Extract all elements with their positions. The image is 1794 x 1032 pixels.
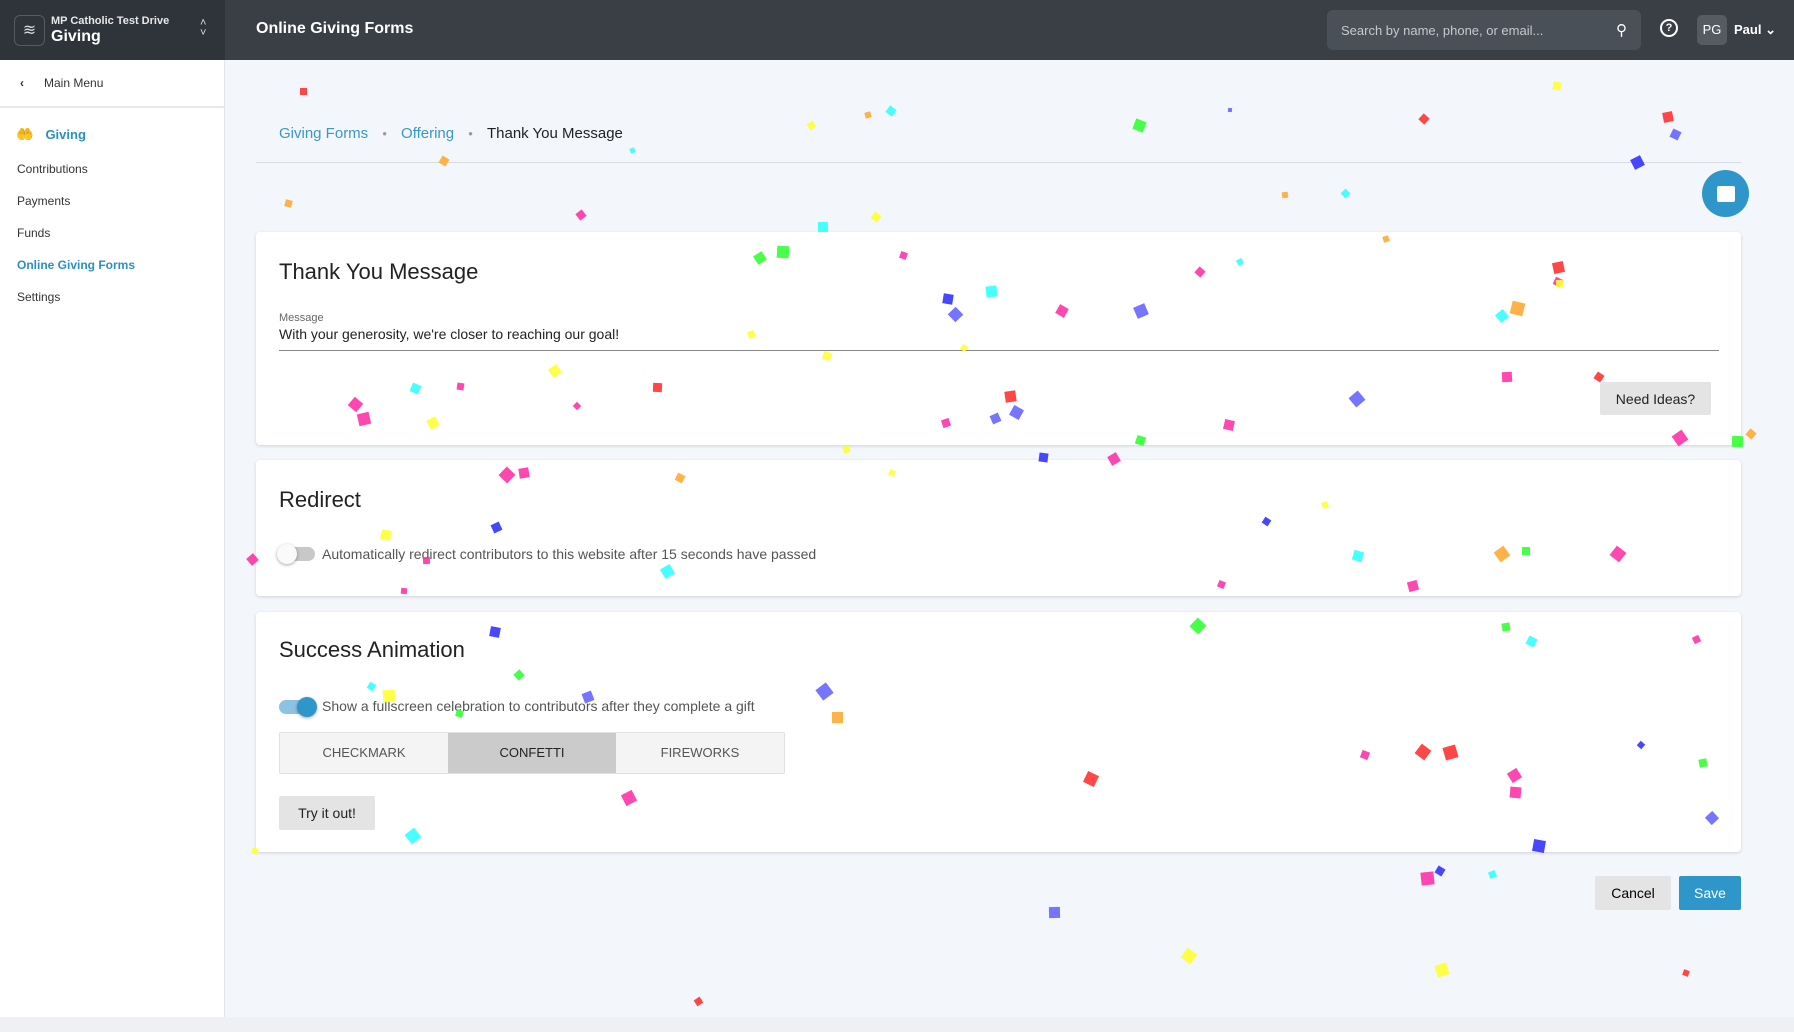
layers-logo-icon: ≋ bbox=[14, 14, 45, 46]
card-title: Redirect bbox=[279, 487, 361, 512]
confetti-piece bbox=[1745, 428, 1757, 440]
page-title: Online Giving Forms bbox=[256, 20, 414, 37]
confetti-piece bbox=[817, 221, 829, 233]
confetti-piece bbox=[1048, 906, 1061, 919]
redirect-card: Redirect Automatically redirect contribu… bbox=[256, 460, 1741, 596]
chevron-up-down-icon: ˄ ˅ bbox=[200, 17, 207, 39]
confetti-piece bbox=[1281, 191, 1289, 199]
main-menu-label: Main Menu bbox=[44, 76, 104, 90]
avatar[interactable]: PG bbox=[1697, 15, 1727, 45]
confetti-piece bbox=[1669, 128, 1682, 141]
confetti-piece bbox=[1340, 188, 1351, 199]
confetti-piece bbox=[1132, 118, 1147, 133]
try-it-out-button[interactable]: Try it out! bbox=[279, 796, 375, 830]
breadcrumb-offering[interactable]: Offering bbox=[401, 125, 454, 142]
app-switcher[interactable]: ≋ MP Catholic Test Drive Giving ˄ ˅ bbox=[0, 0, 225, 60]
save-button[interactable]: Save bbox=[1679, 876, 1741, 910]
need-ideas-button[interactable]: Need Ideas? bbox=[1600, 382, 1711, 415]
app-name: Giving bbox=[51, 27, 101, 45]
breadcrumb-giving-forms[interactable]: Giving Forms bbox=[279, 125, 368, 142]
redirect-label: Automatically redirect contributors to t… bbox=[322, 546, 817, 562]
confetti-piece bbox=[284, 199, 293, 208]
sidebar-section-giving[interactable]: 🤲 Giving bbox=[0, 108, 224, 143]
confetti-piece bbox=[1434, 962, 1450, 978]
confetti-piece bbox=[842, 445, 851, 454]
chevron-down-icon: ⌄ bbox=[1765, 22, 1776, 37]
confetti-piece bbox=[693, 996, 704, 1007]
redirect-toggle[interactable] bbox=[277, 544, 315, 564]
option-confetti[interactable]: CONFETTI bbox=[448, 733, 616, 773]
option-fireworks[interactable]: FIREWORKS bbox=[616, 733, 784, 773]
animation-type-selector: CHECKMARK CONFETTI FIREWORKS bbox=[279, 732, 785, 774]
confetti-piece bbox=[864, 111, 872, 119]
confetti-piece bbox=[300, 88, 307, 95]
sidebar-item-funds[interactable]: Funds bbox=[0, 217, 224, 249]
sidebar-item-settings[interactable]: Settings bbox=[0, 281, 224, 313]
confetti-piece bbox=[1227, 107, 1233, 113]
option-checkmark[interactable]: CHECKMARK bbox=[280, 733, 448, 773]
confetti-piece bbox=[1418, 113, 1430, 125]
breadcrumb-current: Thank You Message bbox=[486, 125, 623, 142]
main-menu-link[interactable]: ‹ Main Menu bbox=[0, 60, 224, 108]
confetti-piece bbox=[1662, 111, 1674, 123]
confetti-piece bbox=[1434, 865, 1446, 877]
search-box[interactable]: ⚲ bbox=[1327, 10, 1641, 50]
preview-button[interactable] bbox=[1702, 170, 1749, 217]
breadcrumb-separator: ● bbox=[468, 129, 473, 138]
message-label: Message bbox=[279, 312, 324, 324]
section-label: Giving bbox=[45, 127, 86, 142]
sidebar-item-contributions[interactable]: Contributions bbox=[0, 153, 224, 185]
thank-you-card: Thank You Message Message Need Ideas? bbox=[256, 232, 1741, 445]
card-title: Success Animation bbox=[279, 637, 465, 662]
success-animation-card: Success Animation Show a fullscreen cele… bbox=[256, 612, 1741, 852]
confetti-piece bbox=[1487, 869, 1498, 880]
confetti-piece bbox=[870, 211, 882, 223]
card-title: Thank You Message bbox=[279, 259, 479, 284]
breadcrumb-separator: ● bbox=[382, 129, 388, 138]
top-bar: ≋ MP Catholic Test Drive Giving ˄ ˅ Onlin… bbox=[0, 0, 1794, 60]
cancel-button[interactable]: Cancel bbox=[1595, 876, 1671, 910]
animation-label: Show a fullscreen celebration to contrib… bbox=[322, 698, 755, 714]
bottom-strip bbox=[0, 1017, 1794, 1032]
confetti-piece bbox=[629, 147, 636, 154]
confetti-piece bbox=[1552, 81, 1562, 91]
help-icon[interactable]: ? bbox=[1660, 19, 1678, 37]
confetti-piece bbox=[1682, 969, 1690, 977]
chevron-left-icon: ‹ bbox=[20, 76, 24, 90]
confetti-piece bbox=[1420, 871, 1435, 886]
giving-hand-heart-icon: 🤲 bbox=[16, 126, 34, 142]
user-name: Paul bbox=[1734, 22, 1762, 37]
confetti-piece bbox=[806, 120, 817, 131]
sidebar-item-payments[interactable]: Payments bbox=[0, 185, 224, 217]
org-name: MP Catholic Test Drive bbox=[51, 14, 170, 27]
divider bbox=[256, 162, 1741, 163]
sidebar: ‹ Main Menu 🤲 Giving Contributions Payment… bbox=[0, 60, 225, 1017]
sidebar-item-online-giving-forms[interactable]: Online Giving Forms bbox=[0, 249, 224, 281]
preview-icon bbox=[1716, 185, 1735, 202]
animation-toggle[interactable] bbox=[279, 697, 317, 717]
confetti-piece bbox=[575, 209, 587, 221]
search-icon[interactable]: ⚲ bbox=[1616, 21, 1627, 39]
search-input[interactable] bbox=[1341, 22, 1601, 38]
message-input[interactable] bbox=[279, 326, 1719, 351]
user-menu[interactable]: Paul ⌄ bbox=[1734, 22, 1776, 38]
confetti-piece bbox=[438, 155, 450, 167]
confetti-piece bbox=[1180, 947, 1198, 965]
confetti-piece bbox=[885, 105, 897, 117]
breadcrumb: Giving Forms ● Offering ● Thank You Mess… bbox=[279, 125, 623, 142]
